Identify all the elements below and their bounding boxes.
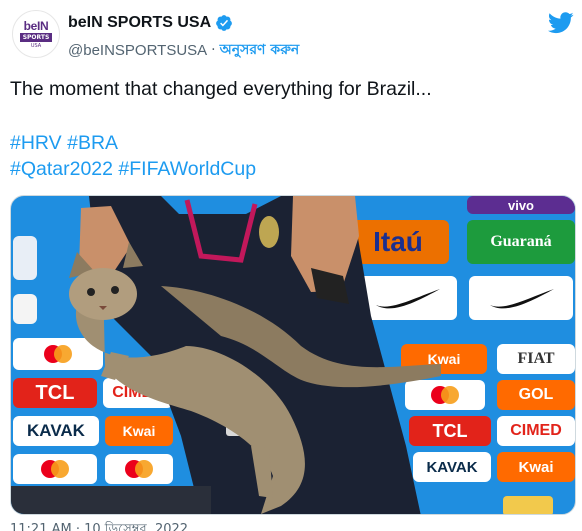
tweet-timestamp[interactable]: 11:21 AM · 10 ডিসেম্বর, 2022 bbox=[10, 520, 188, 531]
follow-button[interactable]: অনুসরণ করুন bbox=[220, 38, 300, 62]
hashtag-link[interactable]: #FIFAWorldCup bbox=[118, 158, 256, 180]
tweet-media-photo[interactable]: TCL KAVAK CIMED Kwai Itaú Guaraná vivo K… bbox=[10, 195, 576, 515]
avatar-logo-text: beIN bbox=[23, 18, 49, 33]
hashtag-link[interactable]: #Qatar2022 bbox=[10, 158, 113, 180]
avatar-logo-sub: SPORTS bbox=[19, 32, 53, 42]
avatar[interactable]: beIN SPORTS USA bbox=[12, 10, 60, 58]
separator-dot: · bbox=[211, 42, 216, 58]
hashtag-link[interactable]: #HRV bbox=[10, 132, 62, 154]
account-name-row: beIN SPORTS USA bbox=[68, 14, 233, 32]
sponsor-backdrop: TCL KAVAK CIMED Kwai Itaú Guaraná vivo K… bbox=[11, 196, 575, 514]
verified-badge-icon bbox=[216, 15, 233, 31]
hashtag-block: #HRV #BRA #Qatar2022 #FIFAWorldCup bbox=[10, 130, 256, 182]
cat-figure bbox=[69, 242, 441, 514]
account-handle[interactable]: @beINSPORTSUSA bbox=[68, 42, 207, 59]
table-edge bbox=[11, 486, 211, 514]
display-name[interactable]: beIN SPORTS USA bbox=[68, 14, 211, 32]
hashtag-line-1: #HRV #BRA bbox=[10, 130, 256, 156]
brasil-badge bbox=[503, 496, 553, 514]
handle-row: @beINSPORTSUSA · অনুসরণ করুন bbox=[68, 38, 299, 62]
tweet-card: beIN SPORTS USA beIN SPORTS USA @beINSPO… bbox=[0, 0, 582, 531]
hashtag-line-2: #Qatar2022 #FIFAWorldCup bbox=[10, 156, 256, 182]
hashtag-link[interactable]: #BRA bbox=[67, 132, 118, 154]
tweet-body: The moment that changed everything for B… bbox=[10, 78, 432, 100]
tweet-text: The moment that changed everything for B… bbox=[10, 76, 570, 102]
avatar-logo-region: USA bbox=[30, 42, 42, 49]
twitter-bird-icon[interactable] bbox=[548, 12, 574, 34]
